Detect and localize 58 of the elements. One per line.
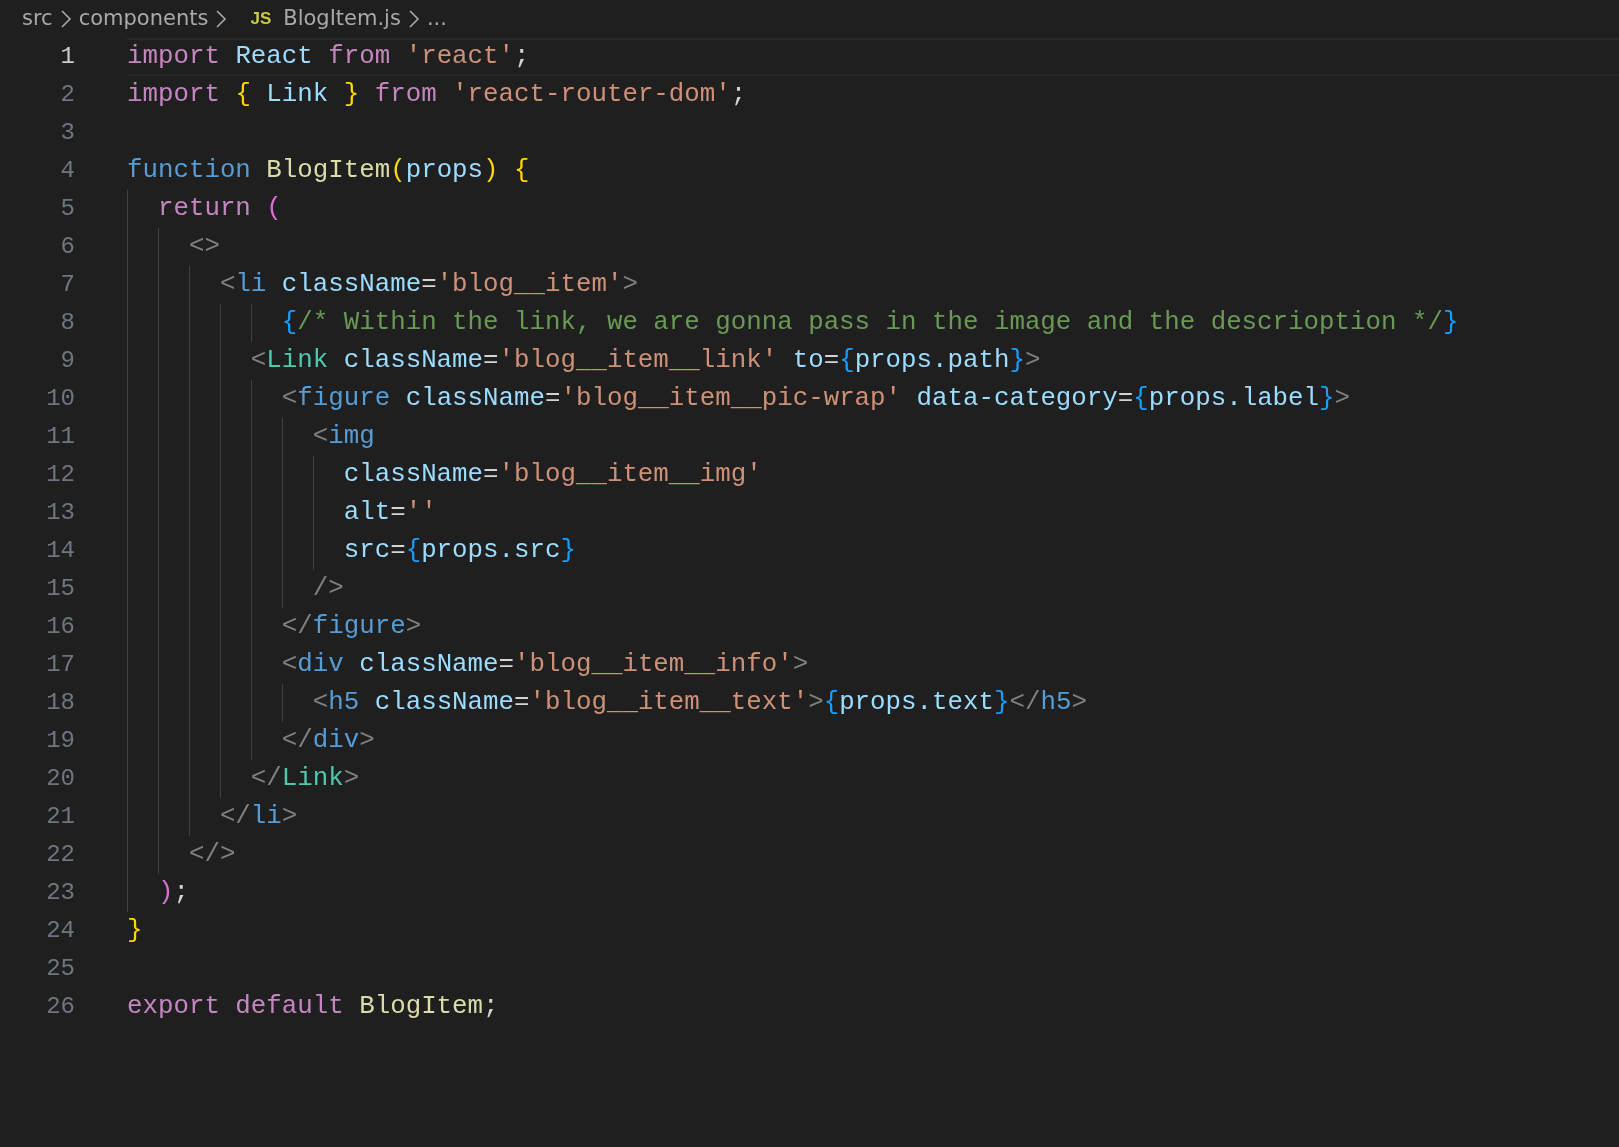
chevron-right-icon (406, 8, 421, 30)
code-line: export default BlogItem; (127, 991, 499, 1023)
code-line: <li className='blog__item'> (218, 269, 638, 301)
line-number: 19 (45, 726, 75, 756)
code-line: return ( (156, 193, 282, 225)
code-line: alt='' (342, 497, 437, 529)
code-line: import React from 'react'; (127, 41, 530, 73)
line-number: 23 (45, 878, 75, 908)
code-line: <Link className='blog__item__link' to={props.path}> (249, 345, 1041, 377)
code-line: </figure> (280, 611, 422, 643)
code-line: function BlogItem(props) { (127, 155, 530, 187)
line-number: 16 (45, 612, 75, 642)
line-number: 13 (45, 498, 75, 528)
line-number: 9 (59, 346, 75, 376)
chevron-right-icon (214, 8, 229, 30)
code-line: </div> (280, 725, 375, 757)
line-number: 5 (59, 194, 75, 224)
breadcrumb-item[interactable]: src (22, 3, 53, 35)
code-line: src={props.src} (342, 535, 576, 567)
code-line: </li> (218, 801, 298, 833)
code-line: </Link> (249, 763, 360, 795)
breadcrumb-item[interactable]: components (78, 3, 209, 35)
line-number: 1 (59, 42, 75, 72)
code-line: /> (311, 573, 344, 605)
line-number: 24 (45, 916, 75, 946)
breadcrumb-item[interactable]: ... (426, 3, 447, 35)
chevron-right-icon (58, 8, 73, 30)
line-number: 17 (45, 650, 75, 680)
line-number: 20 (45, 764, 75, 794)
line-number: 10 (45, 384, 75, 414)
code-line: ); (156, 877, 189, 909)
code-line: <figure className='blog__item__pic-wrap' data-category={props.label}> (280, 383, 1351, 415)
code-line: {/* Within the link, we are gonna pass in the image and the descrioption */} (280, 307, 1459, 339)
line-number: 2 (59, 80, 75, 110)
breadcrumb-item[interactable]: BlogItem.js (283, 3, 401, 35)
line-number: 11 (45, 422, 75, 452)
line-number: 6 (59, 232, 75, 262)
line-number: 8 (59, 308, 75, 338)
line-number: 14 (45, 536, 75, 566)
line-number: 15 (45, 574, 75, 604)
code-line: <img (311, 421, 375, 453)
line-number: 18 (45, 688, 75, 718)
code-line: } (127, 915, 143, 947)
line-number: 25 (45, 954, 75, 984)
code-line: <div className='blog__item__info'> (280, 649, 809, 681)
line-number: 26 (45, 992, 75, 1022)
code-line: import { Link } from 'react-router-dom'; (127, 79, 747, 111)
code-line: </> (187, 839, 236, 871)
line-number: 3 (59, 118, 75, 148)
line-number: 4 (59, 156, 75, 186)
line-number: 21 (45, 802, 75, 832)
code-line: className='blog__item__img' (342, 459, 762, 491)
line-number: 22 (45, 840, 75, 870)
code-line: <> (187, 231, 220, 263)
code-line: <h5 className='blog__item__text'>{props.text}</h5> (311, 687, 1087, 719)
line-number: 12 (45, 460, 75, 490)
file-type-icon: JS (250, 6, 272, 32)
line-number: 7 (59, 270, 75, 300)
